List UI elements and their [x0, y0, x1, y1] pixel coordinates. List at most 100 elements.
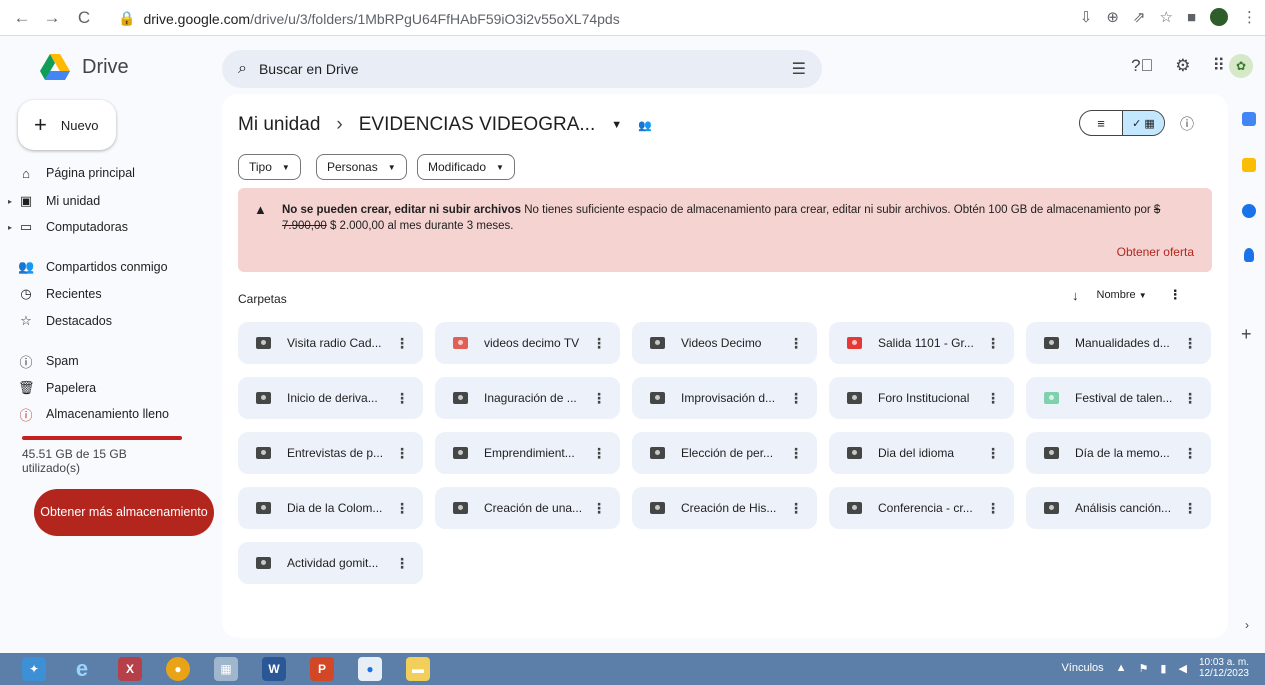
account-avatar[interactable]: ✿: [1229, 54, 1253, 78]
volume-icon[interactable]: ◀: [1178, 662, 1186, 675]
new-button[interactable]: + Nuevo: [18, 100, 116, 150]
more-actions-icon[interactable]: ⋮: [592, 500, 606, 517]
sidebar-item-spam[interactable]: ⓘ Spam: [18, 350, 78, 372]
address-bar[interactable]: 🔒 drive.google.com/drive/u/3/folders/1Mb…: [118, 10, 620, 27]
profile-icon[interactable]: [1210, 8, 1228, 26]
breadcrumb-current[interactable]: EVIDENCIAS VIDEOGRA...: [359, 114, 596, 136]
more-actions-icon[interactable]: ⋮: [986, 390, 1000, 407]
folder-item[interactable]: Videos Decimo ⋮: [632, 322, 817, 364]
internet-explorer-icon[interactable]: e: [70, 656, 94, 681]
more-actions-icon[interactable]: ⋮: [986, 500, 1000, 517]
more-actions-icon[interactable]: ⋮: [986, 335, 1000, 352]
folder-item[interactable]: Conferencia - cr... ⋮: [829, 487, 1014, 529]
more-actions-icon[interactable]: ⋮: [395, 500, 409, 517]
folder-item[interactable]: Improvisación d... ⋮: [632, 377, 817, 419]
more-actions-icon[interactable]: ⋮: [1183, 335, 1197, 352]
system-clock[interactable]: 10:03 a. m. 12/12/2023: [1199, 657, 1249, 679]
sidebar-item-shared[interactable]: 👥 Compartidos conmigo: [18, 256, 168, 278]
folder-item[interactable]: Inicio de deriva... ⋮: [238, 377, 423, 419]
calendar-icon[interactable]: [1242, 112, 1256, 126]
folder-item[interactable]: Creación de una... ⋮: [435, 487, 620, 529]
signal-icon[interactable]: ▮: [1160, 662, 1166, 675]
get-offer-link[interactable]: Obtener oferta: [1117, 245, 1194, 259]
details-info-icon[interactable]: ⓘ: [1180, 114, 1194, 134]
more-options-icon[interactable]: ⋮: [1169, 287, 1182, 303]
folder-item[interactable]: Foro Institucional ⋮: [829, 377, 1014, 419]
folder-item[interactable]: Creación de His... ⋮: [632, 487, 817, 529]
sidebar-item-recent[interactable]: ◷ Recientes: [18, 283, 101, 305]
search-options-icon[interactable]: ☰: [792, 59, 806, 79]
start-button-icon[interactable]: ✦: [22, 657, 46, 681]
more-actions-icon[interactable]: ⋮: [789, 500, 803, 517]
expand-icon[interactable]: ▸: [8, 197, 12, 206]
more-actions-icon[interactable]: ⋮: [789, 335, 803, 352]
more-actions-icon[interactable]: ⋮: [395, 335, 409, 352]
sort-by-dropdown[interactable]: Nombre ▼: [1097, 289, 1147, 301]
zoom-icon[interactable]: ⊕: [1106, 8, 1119, 26]
filter-people[interactable]: Personas ▼: [316, 154, 407, 180]
back-icon[interactable]: ←: [10, 8, 34, 28]
links-label[interactable]: Vínculos: [1061, 662, 1103, 674]
chevron-right-icon[interactable]: ›: [1245, 618, 1249, 632]
contacts-icon[interactable]: [1244, 248, 1254, 262]
folder-item[interactable]: Manualidades d... ⋮: [1026, 322, 1211, 364]
more-actions-icon[interactable]: ⋮: [592, 445, 606, 462]
sort-direction-arrow-icon[interactable]: ↓: [1072, 288, 1079, 303]
browser-menu-icon[interactable]: ⋮: [1242, 8, 1257, 26]
folder-item[interactable]: Actividad gomit... ⋮: [238, 542, 423, 584]
folder-item[interactable]: Festival de talen... ⋮: [1026, 377, 1211, 419]
tray-expand-icon[interactable]: ▲: [1116, 662, 1127, 674]
more-actions-icon[interactable]: ⋮: [395, 445, 409, 462]
more-actions-icon[interactable]: ⋮: [1183, 390, 1197, 407]
more-actions-icon[interactable]: ⋮: [1183, 445, 1197, 462]
sidebar-item-storage[interactable]: ⓘ Almacenamiento lleno: [18, 403, 169, 425]
folder-item[interactable]: Análisis canción... ⋮: [1026, 487, 1211, 529]
drive-logo[interactable]: Drive: [40, 54, 129, 80]
folder-item[interactable]: videos decimo TV ⋮: [435, 322, 620, 364]
more-actions-icon[interactable]: ⋮: [1183, 500, 1197, 517]
bookmark-star-icon[interactable]: ☆: [1159, 8, 1172, 26]
add-addons-plus-icon[interactable]: +: [1241, 324, 1252, 345]
sidebar-item-computers[interactable]: ▸ ▭ Computadoras: [8, 216, 128, 238]
folder-item[interactable]: Día de la memo... ⋮: [1026, 432, 1211, 474]
more-actions-icon[interactable]: ⋮: [592, 390, 606, 407]
breadcrumb-root[interactable]: Mi unidad: [238, 114, 320, 136]
share-icon[interactable]: ⇗: [1133, 8, 1146, 26]
more-actions-icon[interactable]: ⋮: [789, 445, 803, 462]
help-icon[interactable]: ?⃝: [1131, 56, 1153, 76]
more-actions-icon[interactable]: ⋮: [395, 555, 409, 572]
folder-menu-dropdown-icon[interactable]: ▼: [611, 119, 622, 131]
network-warning-icon[interactable]: ⚑: [1139, 662, 1149, 675]
sidebar-item-my-drive[interactable]: ▸ ▣ Mi unidad: [8, 190, 100, 212]
settings-gear-icon[interactable]: ⚙: [1175, 56, 1190, 76]
filter-type[interactable]: Tipo ▼: [238, 154, 301, 180]
file-explorer-icon[interactable]: ▬: [406, 657, 430, 681]
more-actions-icon[interactable]: ⋮: [789, 390, 803, 407]
get-more-storage-button[interactable]: Obtener más almacenamiento: [34, 489, 214, 536]
sidebar-item-starred[interactable]: ☆ Destacados: [18, 310, 112, 332]
calculator-icon[interactable]: ▦: [214, 657, 238, 681]
powerpoint-icon[interactable]: P: [310, 657, 334, 681]
keep-icon[interactable]: [1242, 158, 1256, 172]
sidebar-item-home[interactable]: ⌂ Página principal: [18, 162, 135, 184]
filter-modified[interactable]: Modificado ▼: [417, 154, 515, 180]
expand-icon[interactable]: ▸: [8, 223, 12, 232]
sidepanel-icon[interactable]: ■: [1187, 9, 1196, 26]
sidebar-item-trash[interactable]: 🗑 Papelera: [18, 377, 96, 399]
folder-item[interactable]: Salida 1101 - Gr... ⋮: [829, 322, 1014, 364]
chrome-active-icon[interactable]: ●: [358, 657, 382, 681]
forward-icon[interactable]: →: [40, 8, 64, 28]
apps-grid-icon[interactable]: ⠿: [1213, 56, 1225, 76]
tasks-icon[interactable]: [1242, 204, 1256, 218]
search-input[interactable]: ⌕ Buscar en Drive ☰: [222, 50, 822, 88]
folder-item[interactable]: Emprendimient... ⋮: [435, 432, 620, 474]
reload-icon[interactable]: C: [72, 8, 96, 28]
folder-item[interactable]: Dia de la Colom... ⋮: [238, 487, 423, 529]
more-actions-icon[interactable]: ⋮: [592, 335, 606, 352]
word-icon[interactable]: W: [262, 657, 286, 681]
chrome-taskbar-icon[interactable]: ●: [166, 657, 190, 681]
folder-item[interactable]: Visita radio Cad... ⋮: [238, 322, 423, 364]
more-actions-icon[interactable]: ⋮: [986, 445, 1000, 462]
folder-item[interactable]: Entrevistas de p... ⋮: [238, 432, 423, 474]
app-x-icon[interactable]: X: [118, 657, 142, 681]
